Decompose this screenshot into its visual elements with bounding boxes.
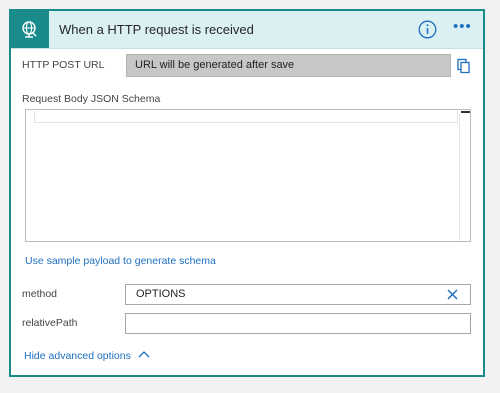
method-label: method bbox=[22, 288, 58, 300]
editor-scrollbar[interactable] bbox=[459, 114, 470, 241]
chevron-up-icon bbox=[138, 351, 150, 358]
info-icon[interactable] bbox=[418, 20, 437, 39]
sample-payload-link[interactable]: Use sample payload to generate schema bbox=[25, 255, 216, 267]
card-title: When a HTTP request is received bbox=[59, 22, 254, 37]
trigger-icon-tile bbox=[11, 11, 49, 48]
hide-advanced-options-link[interactable]: Hide advanced options bbox=[24, 350, 150, 362]
relative-path-field[interactable] bbox=[125, 313, 471, 334]
editor-caret bbox=[461, 111, 470, 113]
hide-advanced-options-label: Hide advanced options bbox=[24, 350, 131, 362]
trigger-card: When a HTTP request is received ••• HTTP… bbox=[9, 9, 485, 377]
http-post-url-label: HTTP POST URL bbox=[22, 59, 105, 71]
card-header[interactable]: When a HTTP request is received ••• bbox=[11, 11, 483, 49]
schema-editor-line bbox=[34, 111, 458, 123]
http-post-url-field[interactable]: URL will be generated after save bbox=[126, 54, 451, 77]
relative-path-label: relativePath bbox=[22, 317, 78, 329]
method-field[interactable]: OPTIONS bbox=[125, 284, 471, 305]
method-value: OPTIONS bbox=[136, 288, 186, 300]
schema-label: Request Body JSON Schema bbox=[22, 93, 161, 105]
copy-icon[interactable] bbox=[455, 58, 471, 74]
clear-icon[interactable] bbox=[447, 289, 458, 300]
globe-request-icon bbox=[22, 20, 37, 38]
schema-editor[interactable] bbox=[25, 109, 471, 242]
more-options-icon[interactable]: ••• bbox=[453, 19, 475, 36]
